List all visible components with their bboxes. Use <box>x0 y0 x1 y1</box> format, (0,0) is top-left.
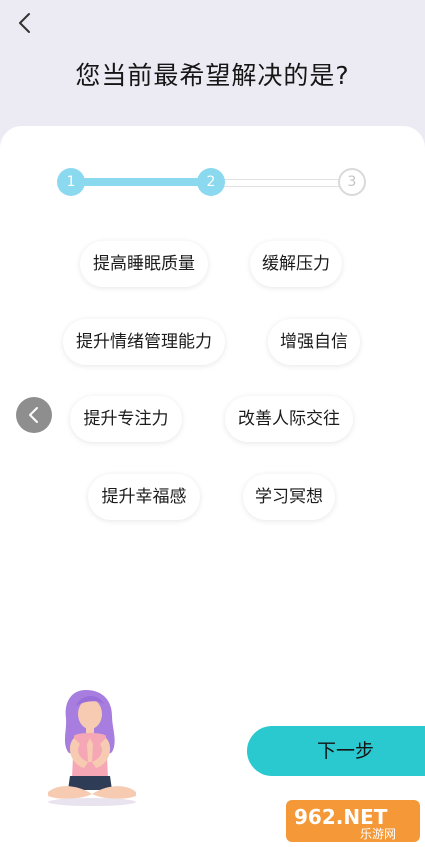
progress-track-remaining <box>210 179 352 187</box>
step-1: 1 <box>57 168 85 196</box>
option-emotion-management[interactable]: 提升情绪管理能力 <box>63 319 225 365</box>
option-improve-sleep[interactable]: 提高睡眠质量 <box>80 241 208 287</box>
floating-side-tab[interactable] <box>16 397 52 433</box>
chevron-left-icon <box>19 13 30 33</box>
progress-stepper: 1 2 3 <box>0 126 425 246</box>
option-happiness[interactable]: 提升幸福感 <box>88 474 200 520</box>
option-build-confidence[interactable]: 增强自信 <box>268 319 360 365</box>
option-improve-focus[interactable]: 提升专注力 <box>70 396 182 442</box>
site-watermark-logo: 962.NET 乐游网 <box>286 800 420 842</box>
page-title: 您当前最希望解决的是? <box>75 61 350 90</box>
option-relieve-stress[interactable]: 缓解压力 <box>250 241 342 287</box>
option-learn-meditation[interactable]: 学习冥想 <box>243 474 335 520</box>
step-3: 3 <box>338 168 366 196</box>
chevron-left-icon <box>29 407 38 423</box>
back-button[interactable] <box>12 10 40 38</box>
svg-text:962.NET: 962.NET <box>294 805 388 829</box>
step-2: 2 <box>197 168 225 196</box>
next-button[interactable]: 下一步 <box>247 726 425 776</box>
progress-track-done <box>70 178 210 186</box>
svg-text:乐游网: 乐游网 <box>360 827 396 841</box>
option-social-relations[interactable]: 改善人际交往 <box>225 396 353 442</box>
meditation-illustration <box>48 690 136 806</box>
